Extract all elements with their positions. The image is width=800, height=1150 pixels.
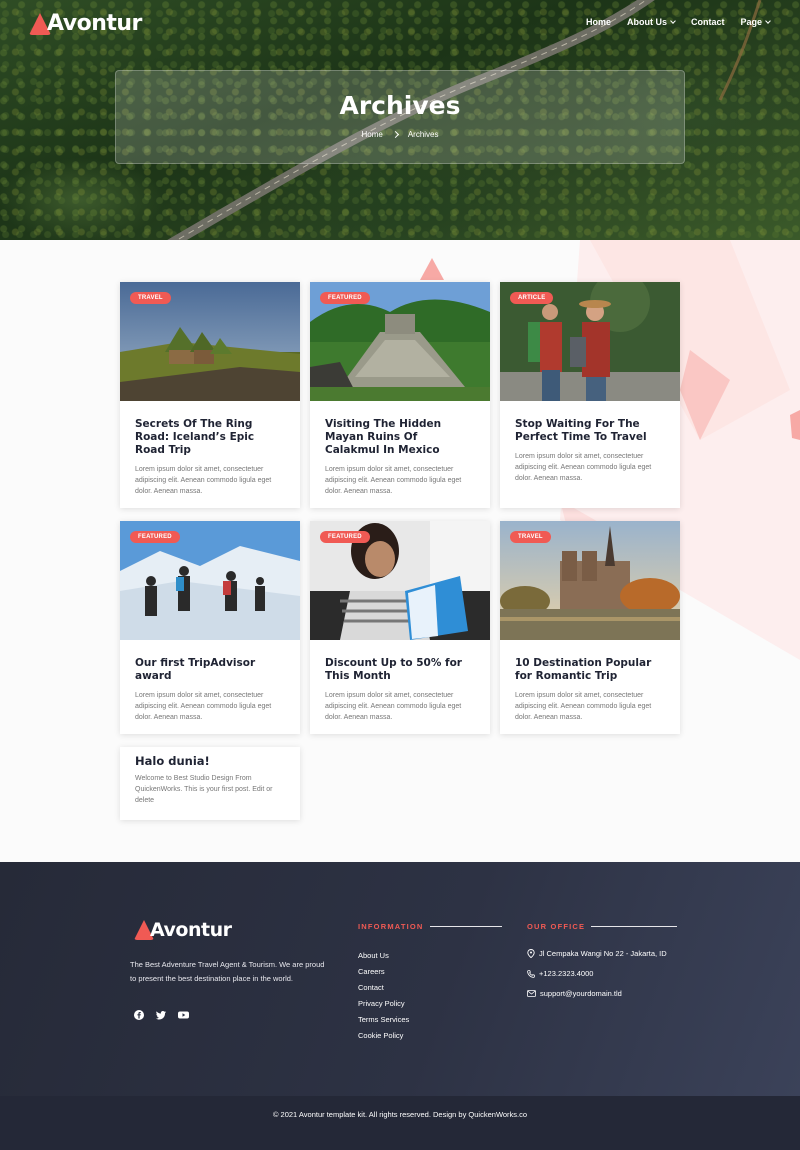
footer-link-privacy-policy[interactable]: Privacy Policy xyxy=(358,999,409,1009)
post-excerpt: Lorem ipsum dolor sit amet, consectetuer… xyxy=(325,466,462,495)
post-thumbnail[interactable]: ARTICLE xyxy=(500,282,680,401)
nav-page[interactable]: Page xyxy=(740,17,771,27)
envelope-icon xyxy=(527,990,536,997)
post-title[interactable]: Halo dunia! xyxy=(135,755,285,768)
post-card[interactable]: FEATURED Discount Up to 50% for This Mon… xyxy=(310,521,490,734)
social-links xyxy=(134,1007,189,1020)
office-address: Jl Cempaka Wangi No 22 - Jakarta, ID xyxy=(527,949,667,958)
post-card[interactable]: Halo dunia! Welcome to Best Studio Desig… xyxy=(120,747,300,820)
post-title[interactable]: Our first TripAdvisor award xyxy=(135,657,285,683)
youtube-icon[interactable] xyxy=(178,1007,189,1019)
post-card[interactable]: ARTICLE Stop Waiting For The Perfect Tim… xyxy=(500,282,680,508)
post-title[interactable]: Stop Waiting For The Perfect Time To Tra… xyxy=(515,418,665,444)
phone-icon xyxy=(527,969,535,978)
chevron-right-icon xyxy=(391,130,399,139)
post-thumbnail[interactable]: FEATURED xyxy=(310,521,490,640)
post-excerpt: Lorem ipsum dolor sit amet, consectetuer… xyxy=(135,466,272,495)
category-badge[interactable]: FEATURED xyxy=(320,531,370,543)
breadcrumb-current: Archives xyxy=(407,130,439,139)
information-links: About Us Careers Contact Privacy Policy … xyxy=(358,951,409,1041)
footer-link-terms-services[interactable]: Terms Services xyxy=(358,1015,409,1025)
site-logo[interactable]: Avontur xyxy=(29,11,142,36)
office-email[interactable]: support@yourdomain.tld xyxy=(527,989,667,998)
footer-logo[interactable]: Avontur xyxy=(134,919,232,941)
category-badge[interactable]: FEATURED xyxy=(320,292,370,304)
post-card[interactable]: TRAVEL 10 Destination Popular for Romant… xyxy=(500,521,680,734)
chevron-down-icon xyxy=(670,18,676,24)
category-badge[interactable]: ARTICLE xyxy=(510,292,554,304)
footer-link-careers[interactable]: Careers xyxy=(358,967,409,977)
twitter-icon[interactable] xyxy=(156,1007,166,1020)
information-heading: INFORMATION xyxy=(358,922,502,931)
chevron-down-icon xyxy=(765,18,771,24)
footer-link-contact[interactable]: Contact xyxy=(358,983,409,993)
post-thumbnail[interactable]: TRAVEL xyxy=(500,521,680,640)
archive-section: TRAVEL Secrets Of The Ring Road: Iceland… xyxy=(0,240,800,862)
category-badge[interactable]: TRAVEL xyxy=(130,292,171,304)
footer-link-about-us[interactable]: About Us xyxy=(358,951,409,961)
post-card[interactable]: FEATURED Visiting The Hidden Mayan Ruins… xyxy=(310,282,490,508)
site-footer: Avontur The Best Adventure Travel Agent … xyxy=(0,862,800,1096)
post-excerpt: Welcome to Best Studio Design From Quick… xyxy=(135,775,273,804)
post-excerpt: Lorem ipsum dolor sit amet, consectetuer… xyxy=(325,692,462,721)
footer-link-cookie-policy[interactable]: Cookie Policy xyxy=(358,1031,409,1041)
office-phone[interactable]: +123.2323.4000 xyxy=(527,969,667,978)
post-card[interactable]: FEATURED Our first TripAdvisor award Lor… xyxy=(120,521,300,734)
post-card[interactable]: TRAVEL Secrets Of The Ring Road: Iceland… xyxy=(120,282,300,508)
post-thumbnail[interactable]: TRAVEL xyxy=(120,282,300,401)
category-badge[interactable]: FEATURED xyxy=(130,531,180,543)
breadcrumb-home[interactable]: Home xyxy=(361,130,382,139)
post-excerpt: Lorem ipsum dolor sit amet, consectetuer… xyxy=(515,692,652,721)
post-excerpt: Lorem ipsum dolor sit amet, consectetuer… xyxy=(135,692,272,721)
copyright-text: © 2021 Avontur template kit. All rights … xyxy=(272,1110,528,1119)
main-nav: Home About Us Contact Page xyxy=(586,17,771,27)
office-heading: OUR OFFICE xyxy=(527,922,678,931)
nav-about-us[interactable]: About Us xyxy=(627,17,676,27)
breadcrumb: Home Archives xyxy=(116,130,684,139)
page-title: Archives xyxy=(339,91,461,120)
map-pin-icon xyxy=(527,949,535,958)
post-excerpt: Lorem ipsum dolor sit amet, consectetuer… xyxy=(515,453,652,482)
facebook-icon[interactable] xyxy=(134,1007,144,1020)
post-thumbnail[interactable]: FEATURED xyxy=(310,282,490,401)
post-title[interactable]: Visiting The Hidden Mayan Ruins Of Calak… xyxy=(325,418,475,457)
category-badge[interactable]: TRAVEL xyxy=(510,531,551,543)
office-contact: Jl Cempaka Wangi No 22 - Jakarta, ID +12… xyxy=(527,949,667,998)
copyright-bar: © 2021 Avontur template kit. All rights … xyxy=(0,1096,800,1150)
post-thumbnail[interactable]: FEATURED xyxy=(120,521,300,640)
footer-about-text: The Best Adventure Travel Agent & Touris… xyxy=(130,960,325,983)
post-title[interactable]: Discount Up to 50% for This Month xyxy=(325,657,475,683)
post-title[interactable]: 10 Destination Popular for Romantic Trip xyxy=(515,657,665,683)
post-title[interactable]: Secrets Of The Ring Road: Iceland’s Epic… xyxy=(135,418,285,457)
page-title-box: Archives Home Archives xyxy=(115,70,685,164)
nav-home[interactable]: Home xyxy=(586,17,611,27)
hero-banner: Avontur Home About Us Contact Page Archi… xyxy=(0,0,800,240)
nav-contact[interactable]: Contact xyxy=(691,17,725,27)
